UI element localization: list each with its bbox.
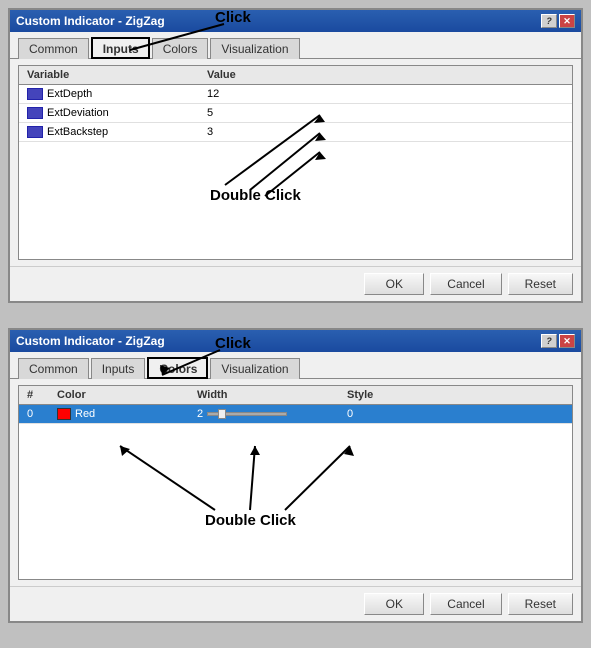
titlebar-2-buttons: ? ✕ bbox=[541, 334, 575, 348]
dialog-1-title: Custom Indicator - ZigZag bbox=[16, 14, 165, 28]
titlebar-1-buttons: ? ✕ bbox=[541, 14, 575, 28]
header-variable: Variable bbox=[23, 68, 203, 82]
val-extbackstep: 3 bbox=[203, 125, 303, 139]
var-icon-3 bbox=[27, 126, 43, 138]
help-button-2[interactable]: ? bbox=[541, 334, 557, 348]
header-value: Value bbox=[203, 68, 303, 82]
table-row[interactable]: 0 Red 2 0 bbox=[19, 405, 572, 424]
color-row-style: 0 bbox=[343, 407, 423, 421]
table-row[interactable]: ExtDepth 12 bbox=[19, 85, 572, 104]
tab-common-2[interactable]: Common bbox=[18, 358, 89, 379]
table-row[interactable]: ExtDeviation 5 bbox=[19, 104, 572, 123]
reset-button-1[interactable]: Reset bbox=[508, 273, 573, 295]
reset-button-2[interactable]: Reset bbox=[508, 593, 573, 615]
table-header-2: # Color Width Style bbox=[19, 386, 572, 405]
table-body-2: 0 Red 2 0 bbox=[19, 405, 572, 424]
inputs-table-1: Variable Value ExtDepth 12 ExtDeviation bbox=[18, 65, 573, 260]
table-body-1: ExtDepth 12 ExtDeviation 5 ExtBackstep bbox=[19, 85, 572, 142]
var-icon-2 bbox=[27, 107, 43, 119]
tab-inputs-1[interactable]: Inputs bbox=[91, 37, 150, 59]
colors-table-2: # Color Width Style 0 Red 2 bbox=[18, 385, 573, 580]
tabs-bar-2: Common Inputs Colors Visualization bbox=[10, 352, 581, 379]
cancel-button-2[interactable]: Cancel bbox=[430, 593, 501, 615]
var-extdepth: ExtDepth bbox=[23, 87, 203, 101]
header-style: Style bbox=[343, 388, 423, 402]
slider-thumb bbox=[218, 409, 226, 419]
header-width: Width bbox=[193, 388, 343, 402]
ok-button-1[interactable]: OK bbox=[364, 273, 424, 295]
color-row-width: 2 bbox=[193, 407, 343, 421]
dialog-1: Custom Indicator - ZigZag ? ✕ Common Inp… bbox=[8, 8, 583, 303]
tab-visualization-1[interactable]: Visualization bbox=[210, 38, 299, 59]
header-hash: # bbox=[23, 388, 53, 402]
tab-common-1[interactable]: Common bbox=[18, 38, 89, 59]
width-slider[interactable] bbox=[207, 412, 287, 416]
tabs-bar-1: Common Inputs Colors Visualization bbox=[10, 32, 581, 59]
dialog-2-title: Custom Indicator - ZigZag bbox=[16, 334, 165, 348]
var-icon-1 bbox=[27, 88, 43, 100]
val-extdepth: 12 bbox=[203, 87, 303, 101]
table-row[interactable]: ExtBackstep 3 bbox=[19, 123, 572, 142]
cancel-button-1[interactable]: Cancel bbox=[430, 273, 501, 295]
footer-1: OK Cancel Reset bbox=[10, 266, 581, 301]
titlebar-2: Custom Indicator - ZigZag ? ✕ bbox=[10, 330, 581, 352]
close-button-2[interactable]: ✕ bbox=[559, 334, 575, 348]
footer-2: OK Cancel Reset bbox=[10, 586, 581, 621]
var-extdeviation: ExtDeviation bbox=[23, 106, 203, 120]
ok-button-2[interactable]: OK bbox=[364, 593, 424, 615]
dialog-2: Custom Indicator - ZigZag ? ✕ Common Inp… bbox=[8, 328, 583, 623]
tab-colors-1[interactable]: Colors bbox=[152, 38, 209, 59]
color-row-color: Red bbox=[53, 407, 193, 421]
tab-inputs-2[interactable]: Inputs bbox=[91, 358, 146, 379]
help-button-1[interactable]: ? bbox=[541, 14, 557, 28]
tab-visualization-2[interactable]: Visualization bbox=[210, 358, 299, 379]
val-extdeviation: 5 bbox=[203, 106, 303, 120]
titlebar-1: Custom Indicator - ZigZag ? ✕ bbox=[10, 10, 581, 32]
header-color: Color bbox=[53, 388, 193, 402]
color-row-index: 0 bbox=[23, 407, 53, 421]
var-extbackstep: ExtBackstep bbox=[23, 125, 203, 139]
color-swatch bbox=[57, 408, 71, 420]
close-button-1[interactable]: ✕ bbox=[559, 14, 575, 28]
table-header-1: Variable Value bbox=[19, 66, 572, 85]
tab-colors-2[interactable]: Colors bbox=[147, 357, 208, 379]
